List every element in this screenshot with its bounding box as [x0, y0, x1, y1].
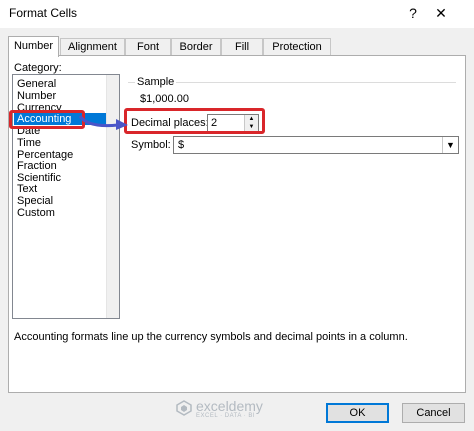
- cancel-button[interactable]: Cancel: [402, 403, 465, 423]
- sample-label: Sample: [135, 76, 177, 88]
- title-bar: Format Cells ? ✕: [0, 0, 474, 28]
- tab-alignment[interactable]: Alignment: [60, 38, 125, 56]
- category-item-custom[interactable]: Custom: [17, 207, 55, 219]
- category-item-number[interactable]: Number: [17, 90, 56, 102]
- category-item-text[interactable]: Text: [17, 183, 37, 195]
- ok-button[interactable]: OK: [326, 403, 389, 423]
- category-label: Category:: [14, 62, 62, 74]
- symbol-dropdown[interactable]: $ ▼: [173, 136, 459, 154]
- category-item-special[interactable]: Special: [17, 195, 53, 207]
- tab-font[interactable]: Font: [125, 38, 171, 56]
- tab-fill[interactable]: Fill: [221, 38, 263, 56]
- watermark-tagline: EXCEL · DATA · BI: [196, 413, 256, 419]
- close-icon[interactable]: ✕: [433, 3, 449, 23]
- category-item-time[interactable]: Time: [17, 137, 41, 149]
- category-item-general[interactable]: General: [17, 78, 56, 90]
- category-scrollbar[interactable]: [106, 75, 119, 318]
- tab-strip: Number Alignment Font Border Fill Protec…: [8, 36, 466, 57]
- chevron-down-icon[interactable]: ▼: [442, 137, 458, 153]
- watermark: exceldemy EXCEL · DATA · BI: [176, 398, 296, 422]
- sample-group: Sample $1,000.00: [128, 76, 456, 112]
- annotation-arrow-icon: [78, 115, 128, 130]
- symbol-value: $: [178, 139, 185, 151]
- exceldemy-logo-icon: [176, 400, 192, 416]
- watermark-name: exceldemy: [196, 398, 263, 414]
- format-description: Accounting formats line up the currency …: [14, 331, 408, 343]
- category-item-fraction[interactable]: Fraction: [17, 160, 57, 172]
- help-icon[interactable]: ?: [405, 3, 421, 23]
- sample-divider: [128, 82, 456, 83]
- decimal-places-highlight-box: [124, 108, 265, 134]
- tab-protection[interactable]: Protection: [263, 38, 331, 56]
- tab-number[interactable]: Number: [8, 36, 59, 57]
- symbol-label: Symbol:: [131, 139, 171, 151]
- accounting-highlight-box: [9, 110, 85, 129]
- sample-value: $1,000.00: [140, 93, 189, 105]
- tab-border[interactable]: Border: [171, 38, 221, 56]
- dialog-title: Format Cells: [9, 6, 78, 20]
